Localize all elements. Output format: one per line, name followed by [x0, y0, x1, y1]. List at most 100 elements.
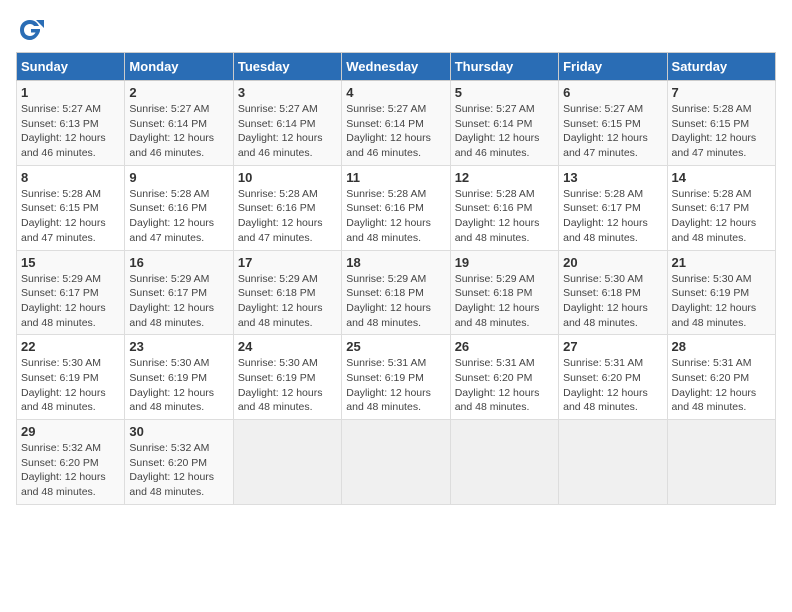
- day-info: Sunrise: 5:30 AMSunset: 6:18 PMDaylight:…: [563, 273, 648, 329]
- calendar-cell: 24 Sunrise: 5:30 AMSunset: 6:19 PMDayligh…: [233, 335, 341, 420]
- day-number: 5: [455, 85, 554, 100]
- day-number: 14: [672, 170, 771, 185]
- calendar-cell: 23 Sunrise: 5:30 AMSunset: 6:19 PMDayligh…: [125, 335, 233, 420]
- calendar-cell: 11 Sunrise: 5:28 AMSunset: 6:16 PMDayligh…: [342, 165, 450, 250]
- day-info: Sunrise: 5:30 AMSunset: 6:19 PMDaylight:…: [21, 357, 106, 413]
- day-number: 22: [21, 339, 120, 354]
- day-info: Sunrise: 5:28 AMSunset: 6:15 PMDaylight:…: [21, 188, 106, 244]
- calendar-cell: [559, 420, 667, 505]
- weekday-header-row: SundayMondayTuesdayWednesdayThursdayFrid…: [17, 53, 776, 81]
- day-info: Sunrise: 5:28 AMSunset: 6:17 PMDaylight:…: [563, 188, 648, 244]
- day-number: 28: [672, 339, 771, 354]
- calendar-cell: 17 Sunrise: 5:29 AMSunset: 6:18 PMDayligh…: [233, 250, 341, 335]
- day-number: 11: [346, 170, 445, 185]
- day-info: Sunrise: 5:28 AMSunset: 6:16 PMDaylight:…: [455, 188, 540, 244]
- day-info: Sunrise: 5:29 AMSunset: 6:17 PMDaylight:…: [129, 273, 214, 329]
- calendar-table: SundayMondayTuesdayWednesdayThursdayFrid…: [16, 52, 776, 505]
- calendar-cell: 7 Sunrise: 5:28 AMSunset: 6:15 PMDaylight…: [667, 81, 775, 166]
- calendar-cell: 13Sunrise: 5:28 AMSunset: 6:17 PMDayligh…: [559, 165, 667, 250]
- calendar-cell: 16 Sunrise: 5:29 AMSunset: 6:17 PMDayligh…: [125, 250, 233, 335]
- page-header: [16, 16, 776, 44]
- calendar-week-row: 15 Sunrise: 5:29 AMSunset: 6:17 PMDayligh…: [17, 250, 776, 335]
- calendar-week-row: 8 Sunrise: 5:28 AMSunset: 6:15 PMDaylight…: [17, 165, 776, 250]
- day-number: 19: [455, 255, 554, 270]
- weekday-header: Thursday: [450, 53, 558, 81]
- weekday-header: Saturday: [667, 53, 775, 81]
- calendar-cell: 3 Sunrise: 5:27 AMSunset: 6:14 PMDaylight…: [233, 81, 341, 166]
- weekday-header: Monday: [125, 53, 233, 81]
- logo-icon: [16, 16, 44, 44]
- logo: [16, 16, 48, 44]
- day-number: 8: [21, 170, 120, 185]
- day-info: Sunrise: 5:27 AMSunset: 6:14 PMDaylight:…: [238, 103, 323, 159]
- day-info: Sunrise: 5:28 AMSunset: 6:15 PMDaylight:…: [672, 103, 757, 159]
- day-info: Sunrise: 5:27 AMSunset: 6:14 PMDaylight:…: [129, 103, 214, 159]
- day-info: Sunrise: 5:27 AMSunset: 6:14 PMDaylight:…: [455, 103, 540, 159]
- day-info: Sunrise: 5:28 AMSunset: 6:16 PMDaylight:…: [238, 188, 323, 244]
- day-number: 18: [346, 255, 445, 270]
- weekday-header: Tuesday: [233, 53, 341, 81]
- calendar-cell: 10 Sunrise: 5:28 AMSunset: 6:16 PMDayligh…: [233, 165, 341, 250]
- day-number: 9: [129, 170, 228, 185]
- calendar-cell: 26 Sunrise: 5:31 AMSunset: 6:20 PMDayligh…: [450, 335, 558, 420]
- day-info: Sunrise: 5:27 AMSunset: 6:15 PMDaylight:…: [563, 103, 648, 159]
- weekday-header: Sunday: [17, 53, 125, 81]
- calendar-cell: 6 Sunrise: 5:27 AMSunset: 6:15 PMDaylight…: [559, 81, 667, 166]
- calendar-cell: 29Sunrise: 5:32 AMSunset: 6:20 PMDayligh…: [17, 420, 125, 505]
- calendar-cell: 12 Sunrise: 5:28 AMSunset: 6:16 PMDayligh…: [450, 165, 558, 250]
- day-number: 17: [238, 255, 337, 270]
- day-number: 3: [238, 85, 337, 100]
- day-info: Sunrise: 5:31 AMSunset: 6:20 PMDaylight:…: [563, 357, 648, 413]
- day-number: 26: [455, 339, 554, 354]
- day-number: 30: [129, 424, 228, 439]
- day-info: Sunrise: 5:30 AMSunset: 6:19 PMDaylight:…: [129, 357, 214, 413]
- day-info: Sunrise: 5:31 AMSunset: 6:19 PMDaylight:…: [346, 357, 431, 413]
- day-number: 16: [129, 255, 228, 270]
- day-number: 21: [672, 255, 771, 270]
- day-number: 29: [21, 424, 120, 439]
- weekday-header: Wednesday: [342, 53, 450, 81]
- day-number: 2: [129, 85, 228, 100]
- calendar-cell: 8 Sunrise: 5:28 AMSunset: 6:15 PMDaylight…: [17, 165, 125, 250]
- calendar-cell: 30 Sunrise: 5:32 AMSunset: 6:20 PMDayligh…: [125, 420, 233, 505]
- calendar-cell: 9 Sunrise: 5:28 AMSunset: 6:16 PMDaylight…: [125, 165, 233, 250]
- calendar-cell: 5 Sunrise: 5:27 AMSunset: 6:14 PMDaylight…: [450, 81, 558, 166]
- day-info: Sunrise: 5:27 AMSunset: 6:13 PMDaylight:…: [21, 103, 106, 159]
- calendar-cell: 2 Sunrise: 5:27 AMSunset: 6:14 PMDaylight…: [125, 81, 233, 166]
- day-number: 7: [672, 85, 771, 100]
- day-info: Sunrise: 5:27 AMSunset: 6:14 PMDaylight:…: [346, 103, 431, 159]
- day-info: Sunrise: 5:28 AMSunset: 6:17 PMDaylight:…: [672, 188, 757, 244]
- day-info: Sunrise: 5:29 AMSunset: 6:18 PMDaylight:…: [238, 273, 323, 329]
- calendar-cell: 21 Sunrise: 5:30 AMSunset: 6:19 PMDayligh…: [667, 250, 775, 335]
- calendar-cell: 25 Sunrise: 5:31 AMSunset: 6:19 PMDayligh…: [342, 335, 450, 420]
- calendar-cell: 28 Sunrise: 5:31 AMSunset: 6:20 PMDayligh…: [667, 335, 775, 420]
- day-info: Sunrise: 5:29 AMSunset: 6:18 PMDaylight:…: [455, 273, 540, 329]
- calendar-cell: [667, 420, 775, 505]
- calendar-cell: [233, 420, 341, 505]
- day-info: Sunrise: 5:31 AMSunset: 6:20 PMDaylight:…: [672, 357, 757, 413]
- calendar-cell: 18 Sunrise: 5:29 AMSunset: 6:18 PMDayligh…: [342, 250, 450, 335]
- day-info: Sunrise: 5:28 AMSunset: 6:16 PMDaylight:…: [129, 188, 214, 244]
- day-number: 15: [21, 255, 120, 270]
- calendar-cell: 27Sunrise: 5:31 AMSunset: 6:20 PMDayligh…: [559, 335, 667, 420]
- day-number: 1: [21, 85, 120, 100]
- day-info: Sunrise: 5:30 AMSunset: 6:19 PMDaylight:…: [238, 357, 323, 413]
- calendar-cell: [450, 420, 558, 505]
- day-number: 10: [238, 170, 337, 185]
- day-info: Sunrise: 5:28 AMSunset: 6:16 PMDaylight:…: [346, 188, 431, 244]
- day-number: 6: [563, 85, 662, 100]
- weekday-header: Friday: [559, 53, 667, 81]
- day-number: 25: [346, 339, 445, 354]
- day-number: 24: [238, 339, 337, 354]
- day-info: Sunrise: 5:30 AMSunset: 6:19 PMDaylight:…: [672, 273, 757, 329]
- day-number: 12: [455, 170, 554, 185]
- day-info: Sunrise: 5:29 AMSunset: 6:18 PMDaylight:…: [346, 273, 431, 329]
- day-number: 20: [563, 255, 662, 270]
- day-info: Sunrise: 5:32 AMSunset: 6:20 PMDaylight:…: [129, 442, 214, 498]
- calendar-cell: 15Sunrise: 5:29 AMSunset: 6:17 PMDayligh…: [17, 250, 125, 335]
- day-number: 4: [346, 85, 445, 100]
- day-number: 23: [129, 339, 228, 354]
- day-info: Sunrise: 5:31 AMSunset: 6:20 PMDaylight:…: [455, 357, 540, 413]
- calendar-cell: 1 Sunrise: 5:27 AMSunset: 6:13 PMDaylight…: [17, 81, 125, 166]
- calendar-cell: [342, 420, 450, 505]
